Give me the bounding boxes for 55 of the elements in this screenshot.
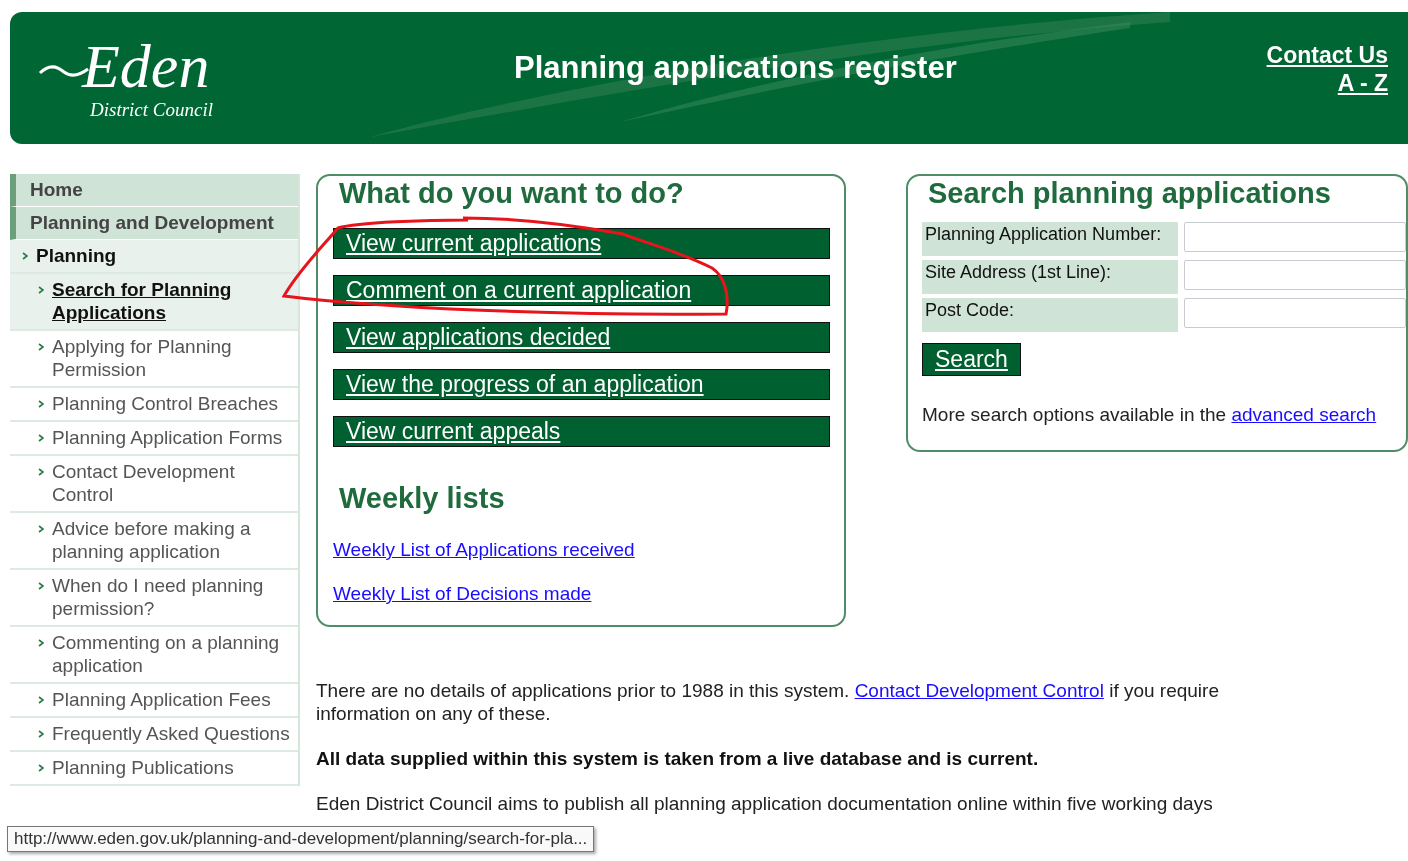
search-button[interactable]: Search	[922, 343, 1021, 376]
header-link[interactable]: A - Z	[1337, 69, 1388, 97]
sidebar-item[interactable]: Planning Application Forms	[10, 422, 298, 456]
chevron-icon	[38, 764, 44, 772]
sidebar-item[interactable]: When do I need planning permission?	[10, 570, 298, 627]
panel-heading: Search planning applications	[928, 176, 1332, 210]
info-paragraph: There are no details of applications prior to 1988 in this system. Contact Development Control if you require information on any of these.	[316, 679, 1220, 725]
chevron-icon	[38, 468, 44, 476]
panel-heading: What do you want to do?	[339, 176, 685, 210]
sidebar-item[interactable]: Planning Control Breaches	[10, 388, 298, 422]
action-button[interactable]: View the progress of an application	[333, 369, 830, 400]
sidebar-item[interactable]: Commenting on a planning application	[10, 627, 298, 684]
chevron-icon	[38, 343, 44, 351]
weekly-list-link[interactable]: Weekly List of Applications received	[333, 539, 830, 561]
sidebar-item[interactable]: Frequently Asked Questions	[10, 718, 298, 752]
chevron-icon	[38, 400, 44, 408]
chevron-icon	[38, 434, 44, 442]
chevron-icon	[38, 730, 44, 738]
chevron-icon	[38, 525, 44, 533]
field-label: Post Code:	[922, 298, 1178, 332]
sidebar-item[interactable]: Planning	[10, 240, 298, 274]
action-button[interactable]: View current applications	[333, 228, 830, 259]
input-field[interactable]	[1184, 298, 1406, 328]
weekly-list-link[interactable]: Weekly List of Decisions made	[333, 583, 830, 605]
page-title: Planning applications register	[514, 50, 958, 86]
sidebar-item[interactable]: Planning and Development	[10, 207, 298, 240]
header-link[interactable]: Contact Us	[1266, 41, 1388, 69]
section-heading: Weekly lists	[339, 481, 506, 515]
advanced-search-link[interactable]: advanced search	[1231, 404, 1377, 425]
status-tooltip: http://www.eden.gov.uk/planning-and-development/planning/search-for-pla...	[7, 826, 595, 852]
input-field[interactable]	[1184, 222, 1406, 252]
info-paragraph: All data supplied within this system is taken from a live database and is current.	[316, 747, 1040, 770]
contact-link[interactable]: Contact Development Control	[854, 680, 1104, 701]
sidebar-item[interactable]: Planning Application Fees	[10, 684, 298, 718]
chevron-icon	[38, 286, 44, 294]
sidebar-item[interactable]: Planning Publications	[10, 752, 298, 786]
chevron-icon	[38, 639, 44, 647]
search-note: More search options available in the advanced search	[922, 404, 1378, 426]
info-paragraph: Eden District Council aims to publish all planning application documentation online within five working days	[316, 792, 1214, 815]
chevron-icon	[38, 582, 44, 590]
sidebar-item[interactable]: Contact Development Control	[10, 456, 298, 513]
field-label: Planning Application Number:	[922, 222, 1178, 256]
logo-subtitle: District Council	[90, 99, 214, 121]
action-button[interactable]: View applications decided	[333, 322, 830, 353]
action-button[interactable]: Comment on a current application	[333, 275, 830, 306]
sidebar-item[interactable]: Home	[10, 174, 298, 207]
logo-text: Eden	[82, 35, 210, 97]
input-field[interactable]	[1184, 260, 1406, 290]
field-label: Site Address (1st Line):	[922, 260, 1178, 294]
chevron-icon	[22, 252, 28, 260]
sidebar-item[interactable]: Applying for Planning Permission	[10, 331, 298, 388]
sidebar-item[interactable]: Advice before making a planning application	[10, 513, 298, 570]
sidebar-item[interactable]: Search for Planning Applications	[10, 274, 298, 331]
action-button[interactable]: View current appeals	[333, 416, 830, 447]
chevron-icon	[38, 696, 44, 704]
